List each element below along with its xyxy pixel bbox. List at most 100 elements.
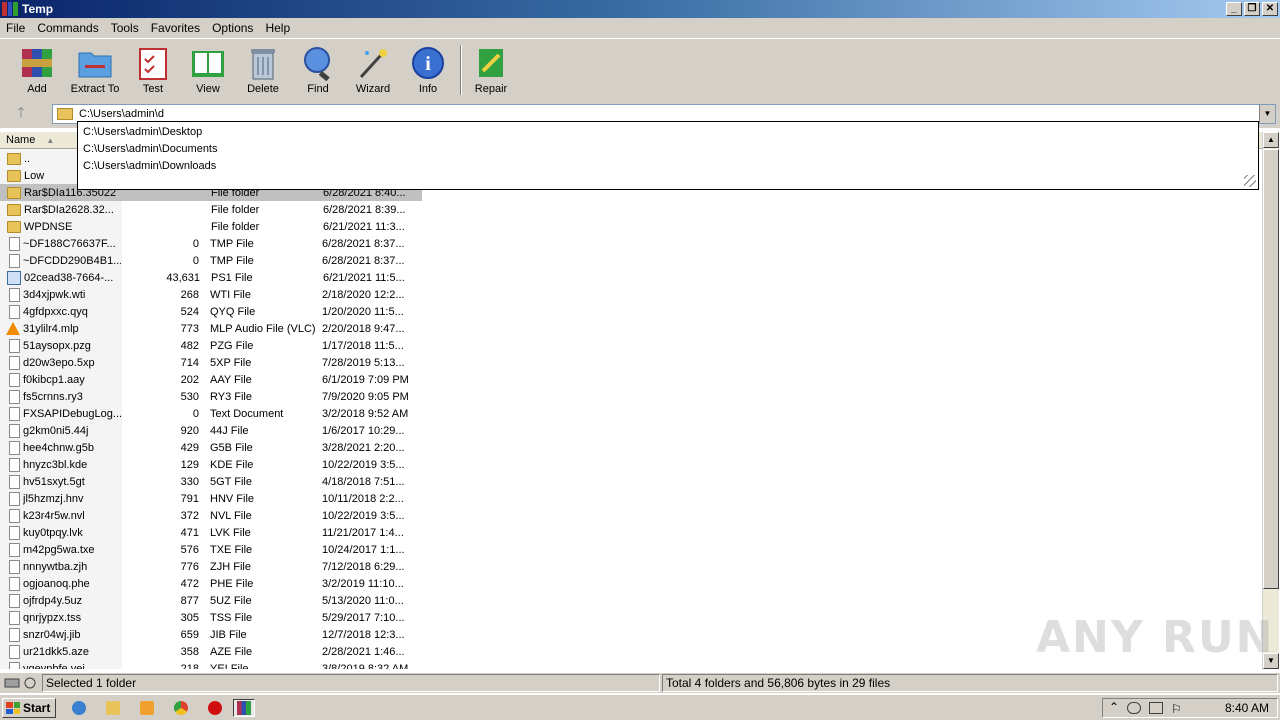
file-row[interactable]: fs5crnns.ry3 530 RY3 File 7/9/2020 9:05 PM: [0, 388, 422, 405]
file-icon: [9, 423, 20, 438]
autocomplete-option-desktop[interactable]: C:\Users\admin\Desktop: [78, 124, 1258, 141]
address-input[interactable]: [79, 108, 1259, 120]
file-row[interactable]: 3d4xjpwk.wti 268 WTI File 2/18/2020 12:2...: [0, 286, 422, 303]
view-icon: [190, 45, 226, 81]
file-row[interactable]: FXSAPIDebugLog... 0 Text Document 3/2/2018 …: [0, 405, 422, 422]
file-row[interactable]: Rar$DIa2628.32... File folder 6/28/2021 8:…: [0, 201, 422, 218]
explorer-icon[interactable]: [102, 699, 124, 717]
delete-button[interactable]: Delete: [235, 45, 291, 95]
scroll-up-button[interactable]: ▲: [1263, 132, 1279, 148]
test-button[interactable]: Test: [125, 45, 181, 95]
file-icon: [9, 525, 20, 540]
winrar-task-icon[interactable]: [233, 699, 255, 717]
delete-label: Delete: [247, 83, 279, 95]
wizard-button[interactable]: Wizard: [345, 45, 401, 95]
minimize-button[interactable]: _: [1226, 2, 1242, 16]
file-row[interactable]: hv51sxyt.5gt 330 5GT File 4/18/2018 7:51...: [0, 473, 422, 490]
show-hidden-icons-icon[interactable]: ⌃: [1109, 700, 1119, 714]
volume-icon[interactable]: [1127, 702, 1141, 714]
file-row[interactable]: 31ylilr4.mlp 773 MLP Audio File (VLC) 2/20/…: [0, 320, 422, 337]
file-row[interactable]: k23r4r5w.nvl 372 NVL File 10/22/2019 3:5...: [0, 507, 422, 524]
maximize-button[interactable]: ❐: [1244, 2, 1260, 16]
file-type: AZE File: [210, 645, 253, 658]
file-row[interactable]: hee4chnw.g5b 429 G5B File 3/28/2021 2:20...: [0, 439, 422, 456]
up-folder-button[interactable]: 🡑: [6, 102, 36, 126]
file-row[interactable]: 02cead38-7664-... 43,631 PS1 File 6/21/2021…: [0, 269, 422, 286]
menu-options[interactable]: Options: [206, 21, 259, 35]
file-type: LVK File: [210, 526, 251, 539]
file-type: File folder: [211, 220, 260, 233]
file-row[interactable]: ur21dkk5.aze 358 AZE File 2/28/2021 1:46...: [0, 643, 422, 660]
file-row[interactable]: ~DFCDD290B4B1... 0 TMP File 6/28/2021 8:37.…: [0, 252, 422, 269]
menu-file[interactable]: File: [0, 21, 31, 35]
view-button[interactable]: View: [180, 45, 236, 95]
chrome-icon[interactable]: [170, 699, 192, 717]
wizard-icon: [355, 45, 391, 81]
opera-icon[interactable]: [204, 699, 226, 717]
file-modified: 4/18/2018 7:51...: [322, 475, 405, 488]
menu-help[interactable]: Help: [259, 21, 296, 35]
file-icon: [9, 661, 20, 669]
file-icon: [9, 355, 20, 370]
menu-commands[interactable]: Commands: [31, 21, 104, 35]
file-row[interactable]: snzr04wj.jib 659 JIB File 12/7/2018 12:3...: [0, 626, 422, 643]
wizard-label: Wizard: [355, 83, 391, 95]
address-autocomplete: C:\Users\admin\Desktop C:\Users\admin\Do…: [77, 121, 1259, 190]
file-row[interactable]: vgeypbfe.yei 218 YEI File 3/8/2019 8:32 AM: [0, 660, 422, 669]
autocomplete-option-documents[interactable]: C:\Users\admin\Documents: [78, 141, 1258, 158]
network-icon[interactable]: [1149, 702, 1163, 714]
repair-button[interactable]: Repair: [463, 45, 519, 95]
close-button[interactable]: ✕: [1262, 2, 1278, 16]
file-row[interactable]: m42pg5wa.txe 576 TXE File 10/24/2017 1:1...: [0, 541, 422, 558]
file-row[interactable]: ogjoanoq.phe 472 PHE File 3/2/2019 11:10...: [0, 575, 422, 592]
scroll-thumb[interactable]: [1263, 149, 1279, 589]
file-size: 471: [180, 526, 199, 539]
menu-tools[interactable]: Tools: [105, 21, 145, 35]
file-row[interactable]: 4gfdpxxc.qyq 524 QYQ File 1/20/2020 11:5...: [0, 303, 422, 320]
file-size: 0: [192, 237, 199, 250]
media-player-icon[interactable]: [136, 699, 158, 717]
autocomplete-option-downloads[interactable]: C:\Users\admin\Downloads: [78, 158, 1258, 175]
file-row[interactable]: 51aysopx.pzg 482 PZG File 1/17/2018 11:5...: [0, 337, 422, 354]
file-modified: 2/28/2021 1:46...: [322, 645, 405, 658]
file-row[interactable]: hnyzc3bl.kde 129 KDE File 10/22/2019 3:5...: [0, 456, 422, 473]
file-row[interactable]: g2km0ni5.44j 920 44J File 1/6/2017 10:29...: [0, 422, 422, 439]
extract-to-button[interactable]: Extract To: [67, 45, 123, 95]
file-row[interactable]: qnrjypzx.tss 305 TSS File 5/29/2017 7:10...: [0, 609, 422, 626]
file-modified: 7/12/2018 6:29...: [322, 560, 405, 573]
find-button[interactable]: Find: [290, 45, 346, 95]
address-dropdown-button[interactable]: ▼: [1259, 105, 1275, 123]
file-size: 482: [180, 339, 199, 352]
start-button[interactable]: Start: [2, 698, 56, 718]
file-icon: [9, 576, 20, 591]
file-size: 472: [180, 577, 199, 590]
file-modified: 5/13/2020 11:0...: [322, 594, 404, 607]
file-row[interactable]: jl5hzmzj.hnv 791 HNV File 10/11/2018 2:2...: [0, 490, 422, 507]
file-modified: 2/20/2018 9:47...: [322, 322, 405, 335]
file-size: 920: [180, 424, 199, 437]
file-row[interactable]: f0kibcp1.aay 202 AAY File 6/1/2019 7:09 PM: [0, 371, 422, 388]
file-type: TMP File: [210, 254, 254, 267]
file-type: File folder: [211, 203, 260, 216]
file-size: 330: [180, 475, 199, 488]
file-row[interactable]: nnnywtba.zjh 776 ZJH File 7/12/2018 6:29...: [0, 558, 422, 575]
file-type: Text Document: [210, 407, 284, 420]
file-row[interactable]: ojfrdp4y.5uz 877 5UZ File 5/13/2020 11:0...: [0, 592, 422, 609]
info-button[interactable]: i Info: [400, 45, 456, 95]
resize-grip-icon[interactable]: [1244, 175, 1256, 187]
file-row[interactable]: WPDNSE File folder 6/21/2021 11:3...: [0, 218, 422, 235]
file-modified: 7/28/2019 5:13...: [322, 356, 405, 369]
vertical-scrollbar[interactable]: ▲ ▼: [1262, 132, 1279, 669]
file-row[interactable]: ~DF188C76637F... 0 TMP File 6/28/2021 8:37.…: [0, 235, 422, 252]
menu-favorites[interactable]: Favorites: [145, 21, 206, 35]
file-size: 43,631: [166, 271, 200, 284]
file-modified: 1/17/2018 11:5...: [322, 339, 404, 352]
file-row[interactable]: d20w3epo.5xp 714 5XP File 7/28/2019 5:13...: [0, 354, 422, 371]
file-modified: 3/2/2018 9:52 AM: [322, 407, 409, 420]
action-center-flag-icon[interactable]: ⚐: [1171, 702, 1185, 716]
find-label: Find: [307, 83, 329, 95]
start-label: Start: [23, 701, 51, 715]
add-button[interactable]: Add: [9, 45, 65, 95]
ie-icon[interactable]: [68, 699, 90, 717]
file-row[interactable]: kuy0tpqy.lvk 471 LVK File 11/21/2017 1:4...: [0, 524, 422, 541]
